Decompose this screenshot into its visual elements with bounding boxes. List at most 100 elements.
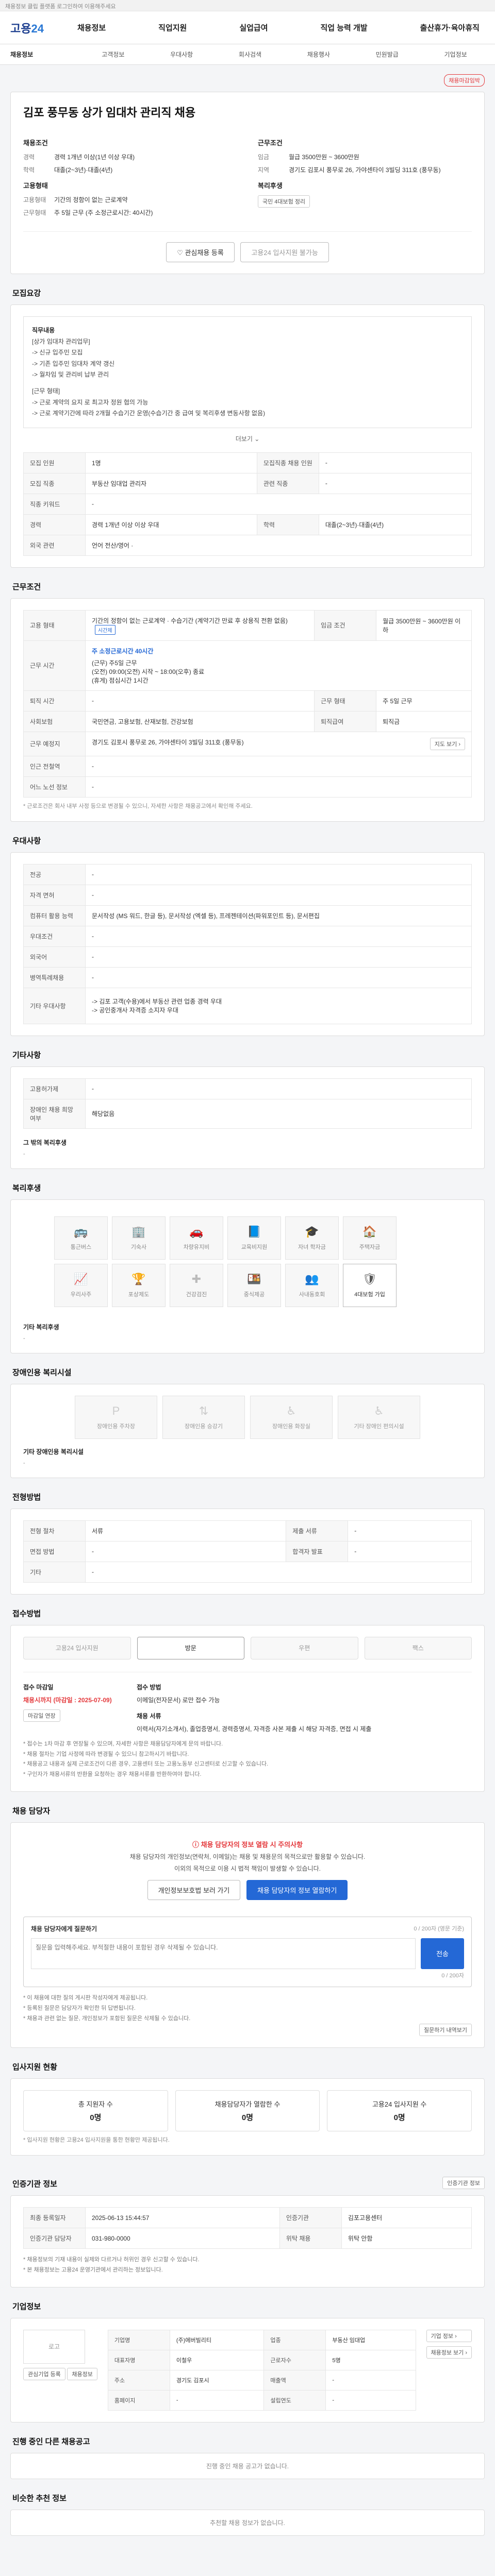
region-value: 경기도 김포시 풍무로 26, 가야센타이 3빌딩 311호 (풍무동): [289, 166, 441, 174]
restroom-icon: ♿: [286, 1404, 296, 1417]
gnb-item-training[interactable]: 직업 능력 개발: [320, 22, 367, 33]
subnav-item-company-info[interactable]: 기업정보: [421, 50, 490, 59]
td: -: [169, 2389, 265, 2411]
table-row: 자격 면허 -: [23, 884, 472, 906]
th: 근무 시간: [23, 640, 86, 691]
warning-item: * 구인자가 채용서류의 반환을 요청하는 경우 채용서류를 반환하여야 합니다…: [23, 1771, 202, 1778]
view-contact-button[interactable]: 채용 담당자의 정보 열람하기: [246, 1879, 348, 1900]
section-recommend: 비슷한 추천 정보: [12, 2494, 67, 2503]
gnb-item-job[interactable]: 채용정보: [77, 22, 106, 33]
chart-icon: 📈: [74, 1272, 88, 1285]
td: -: [348, 1540, 472, 1562]
th: 매출액: [263, 2369, 326, 2391]
more-button[interactable]: 더보기 ⌄: [23, 434, 472, 443]
welfare-card: 🚌 통근버스 🏢 기숙사 🚗 차량유지비 📘 교육비지원 🎓 자녀 학자금 🏠 주택자금 📈…: [10, 1199, 485, 1353]
logo[interactable]: 고용24: [10, 20, 77, 36]
welfare-label: 주택자금: [359, 1244, 381, 1250]
td: 문서작성 (MS 워드, 한글 등), 문서작성 (엑셀 등), 프레젠테이션(…: [85, 905, 472, 926]
gnb-item-leave[interactable]: 출산휴가·육아휴직: [420, 22, 480, 33]
th: 합격자 발표: [286, 1540, 349, 1562]
other-etc-title: 그 밖의 복리후생: [23, 1139, 67, 1146]
td: 국민연금, 고용보험, 산재보험, 건강보험: [85, 710, 315, 732]
th: 고용허가제: [23, 1078, 86, 1099]
td: 2025-06-13 15:44:57: [85, 2207, 280, 2229]
table-row: 인증기관 담당자 031-980-0000 위탁 채용 위탁 안함: [23, 2228, 472, 2249]
table-row: 컴퓨터 활용 능력 문서작성 (MS 워드, 한글 등), 문서작성 (엑셀 등)…: [23, 905, 472, 926]
td: -: [318, 472, 472, 494]
question-input[interactable]: [31, 1938, 416, 1969]
section-other-jobs: 진행 중인 다른 채용공고: [12, 2437, 90, 2446]
process-table: 전형 절차 서류 제출 서류 - 면접 방법 - 합격자 발표 - 기타 -: [23, 1520, 472, 1583]
contact-headline: 채용 담당자의 정보 열람 시 주의사항: [201, 1840, 303, 1849]
facility-elevator: ⇅ 장애인용 승강기: [162, 1395, 245, 1439]
gnb-item-unemployment[interactable]: 실업급여: [239, 22, 268, 33]
process-card: 전형 절차 서류 제출 서류 - 면접 방법 - 합격자 발표 - 기타 -: [10, 1508, 485, 1595]
follow-company-button[interactable]: 관심기업 등록: [23, 2367, 65, 2380]
table-row: 우대조건 -: [23, 925, 472, 947]
question-history-button[interactable]: 질문하기 내역보기: [419, 2024, 472, 2037]
note-item: * 이 채용에 대한 질의 게시판 작성자에게 제공됩니다.: [23, 1994, 148, 2001]
info-notes: * 채용정보의 기재 내용이 실제와 다르거나 허위인 경우 신고할 수 있습니…: [23, 2255, 472, 2276]
apply-disabled-button[interactable]: 고용24 입사지원 불가능: [240, 242, 329, 262]
subnav-item-company-search[interactable]: 회사검색: [216, 50, 285, 59]
table-row: 근무 예정지 경기도 김포시 풍무로 26, 가야센타이 3빌딩 311호 (풍무…: [23, 731, 472, 756]
section-applicants: 입사지원 현황: [12, 2063, 57, 2072]
elevator-icon: ⇅: [199, 1404, 209, 1417]
th: 인근 전철역: [23, 755, 86, 777]
stat-online: 고용24 입사지원 수 0명: [327, 2090, 472, 2132]
table-row: 고용 형태 기간의 정함이 없는 근로계약 · 수습기간 (계약기간 만료 후 …: [23, 609, 472, 641]
people-icon: 👥: [305, 1272, 319, 1285]
welfare-item-tuition: 🎓 자녀 학자금: [285, 1216, 339, 1260]
preference-table: 전공 - 자격 면허 - 컴퓨터 활용 능력 문서작성 (MS 워드, 한글 등), …: [23, 863, 472, 1024]
td: 031-980-0000: [85, 2228, 280, 2249]
conditions-title: 근무조건: [258, 139, 283, 147]
extend-button[interactable]: 마감일 연장: [23, 1709, 60, 1722]
th: 최종 등록일자: [23, 2207, 86, 2229]
send-button[interactable]: 전송: [421, 1938, 464, 1969]
section-conditions: 근무조건: [12, 582, 41, 591]
company-detail-button[interactable]: 기업 정보 ›: [426, 2329, 472, 2342]
agency-info-button[interactable]: 인증기관 정보: [442, 2177, 485, 2190]
table-row: 기타 -: [23, 1561, 472, 1583]
welfare-item-bus: 🚌 통근버스: [54, 1216, 108, 1260]
work-type-value: 주 5일 근무 (주 소정근로시간: 40시간): [54, 209, 153, 216]
recruit-card: 직무내용 [상가 임대차 관리업무] -> 신규 입주민 모집 -> 기존 입주…: [10, 304, 485, 568]
td: 부동산 임대업: [325, 2329, 416, 2350]
like-button[interactable]: ♡ 관심채용 등록: [166, 242, 235, 262]
td: 경기도 김포시: [169, 2369, 265, 2391]
sub-nav: 채용정보 고객정보 우대사항 회사검색 채용행사 민원발급 기업정보: [0, 44, 495, 65]
company-jobs-link[interactable]: 채용정보 보기 ›: [426, 2346, 472, 2359]
welfare-item-health: ✚ 건강검진: [170, 1263, 223, 1307]
th: 면접 방법: [23, 1540, 86, 1562]
desc-line: -> 근로 계약의 요지 로 최고자 정원 협의 가능: [32, 398, 148, 406]
subnav-item-jobs[interactable]: 채용정보: [5, 50, 79, 59]
th: 고용 형태: [23, 609, 86, 641]
facility-restroom: ♿ 장애인용 화장실: [250, 1395, 333, 1439]
map-button[interactable]: 지도 보기 ›: [430, 737, 465, 750]
section-disability: 장애인용 복리시설: [12, 1368, 72, 1377]
top-notice: 채용정보 클립 플랫폼 로그인하여 이용해주세요: [0, 0, 495, 11]
job-title: 김포 풍무동 상가 임대차 관리직 채용: [23, 106, 196, 119]
welfare-label: 차량유지비: [183, 1244, 210, 1250]
disability-etc-value: -: [23, 1460, 25, 1466]
company-jobs-button[interactable]: 채용정보: [67, 2367, 97, 2380]
subnav-item-certificates[interactable]: 민원발급: [353, 50, 421, 59]
welfare-label: 포상제도: [128, 1291, 150, 1298]
note-item: * 등록된 질문은 담당자가 확인한 뒤 답변됩니다.: [23, 2005, 136, 2011]
table-row: 외국어 -: [23, 946, 472, 968]
apply-warnings: * 접수는 1차 마감 후 연장될 수 있으며, 자세한 사항은 채용담당자에게…: [23, 1739, 472, 1780]
welfare-item-education: 📘 교육비지원: [227, 1216, 281, 1260]
subnav-item-customer[interactable]: 고객정보: [79, 50, 147, 59]
char-counter: 0 / 200자: [441, 1972, 464, 1979]
privacy-law-button[interactable]: 개인정보보호법 보러 가기: [147, 1879, 241, 1900]
workplace-address: 경기도 김포시 풍무로 26, 가야센타이 3빌딩 311호 (풍무동): [92, 738, 244, 746]
method-post: 우편: [251, 1636, 358, 1659]
applicants-note: * 입사지원 현황은 고용24 입사지원을 통한 현황만 제공됩니다.: [23, 2137, 170, 2144]
subnav-item-preference[interactable]: 우대사항: [147, 50, 216, 59]
preference-card: 전공 - 자격 면허 - 컴퓨터 활용 능력 문서작성 (MS 워드, 한글 등), …: [10, 852, 485, 1036]
subnav-item-events[interactable]: 채용행사: [284, 50, 353, 59]
th: 전공: [23, 863, 86, 885]
gnb-item-career[interactable]: 직업지원: [158, 22, 187, 33]
th: 퇴직급여: [314, 710, 377, 732]
welfare-item-insurance: 🛡 4대보험 가입: [343, 1263, 397, 1307]
